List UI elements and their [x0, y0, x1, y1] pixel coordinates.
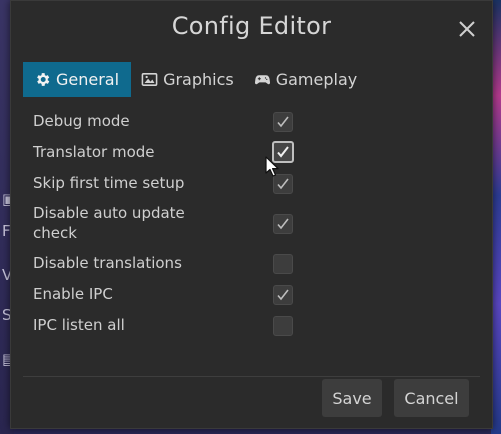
- checkmark-icon: [277, 218, 289, 230]
- ipc-listen-all-checkbox[interactable]: [273, 316, 293, 336]
- setting-label: Debug mode: [33, 112, 130, 130]
- tab-general[interactable]: General: [23, 62, 132, 97]
- dialog-title: Config Editor: [171, 12, 332, 40]
- title-bar: Config Editor: [11, 1, 492, 56]
- setting-row-enable-ipc: Enable IPC: [33, 284, 293, 305]
- gear-icon: [37, 73, 50, 86]
- setting-label: Disable auto update check: [33, 204, 185, 242]
- image-icon: [141, 73, 158, 86]
- gamepad-icon: [254, 75, 270, 85]
- setting-label: Skip first time setup: [33, 174, 185, 192]
- tab-gameplay[interactable]: Gameplay: [244, 62, 368, 97]
- tab-graphics-label: Graphics: [163, 70, 234, 89]
- debug-mode-checkbox[interactable]: [273, 112, 293, 132]
- cancel-button[interactable]: Cancel: [394, 379, 469, 417]
- setting-row-debug-mode: Debug mode: [33, 111, 293, 132]
- disable-auto-update-checkbox[interactable]: [273, 214, 293, 234]
- config-editor-dialog: Config Editor General Graphics Gameplay …: [10, 0, 493, 429]
- setting-row-translator-mode: Translator mode: [33, 141, 294, 163]
- tab-gameplay-label: Gameplay: [275, 70, 358, 89]
- save-button[interactable]: Save: [322, 379, 382, 417]
- enable-ipc-checkbox[interactable]: [273, 285, 293, 305]
- setting-label: IPC listen all: [33, 316, 125, 334]
- setting-row-disable-translations: Disable translations: [33, 253, 293, 274]
- footer-divider: [23, 376, 480, 377]
- tab-general-label: General: [56, 70, 120, 89]
- setting-row-skip-first-time-setup: Skip first time setup: [33, 173, 293, 194]
- setting-row-ipc-listen-all: IPC listen all: [33, 315, 293, 336]
- tab-graphics[interactable]: Graphics: [131, 62, 244, 97]
- checkmark-icon: [277, 116, 289, 128]
- close-icon: [459, 21, 475, 37]
- checkmark-icon: [277, 178, 289, 190]
- setting-row-disable-auto-update: Disable auto update check: [33, 203, 293, 243]
- disable-translations-checkbox[interactable]: [273, 254, 293, 274]
- mouse-cursor-icon: [265, 156, 279, 177]
- setting-label: Translator mode: [33, 143, 155, 161]
- tab-bar: General Graphics Gameplay: [23, 62, 367, 97]
- checkmark-icon: [277, 289, 289, 301]
- setting-label: Disable translations: [33, 254, 182, 272]
- setting-label: Enable IPC: [33, 285, 113, 303]
- close-button[interactable]: [456, 18, 478, 40]
